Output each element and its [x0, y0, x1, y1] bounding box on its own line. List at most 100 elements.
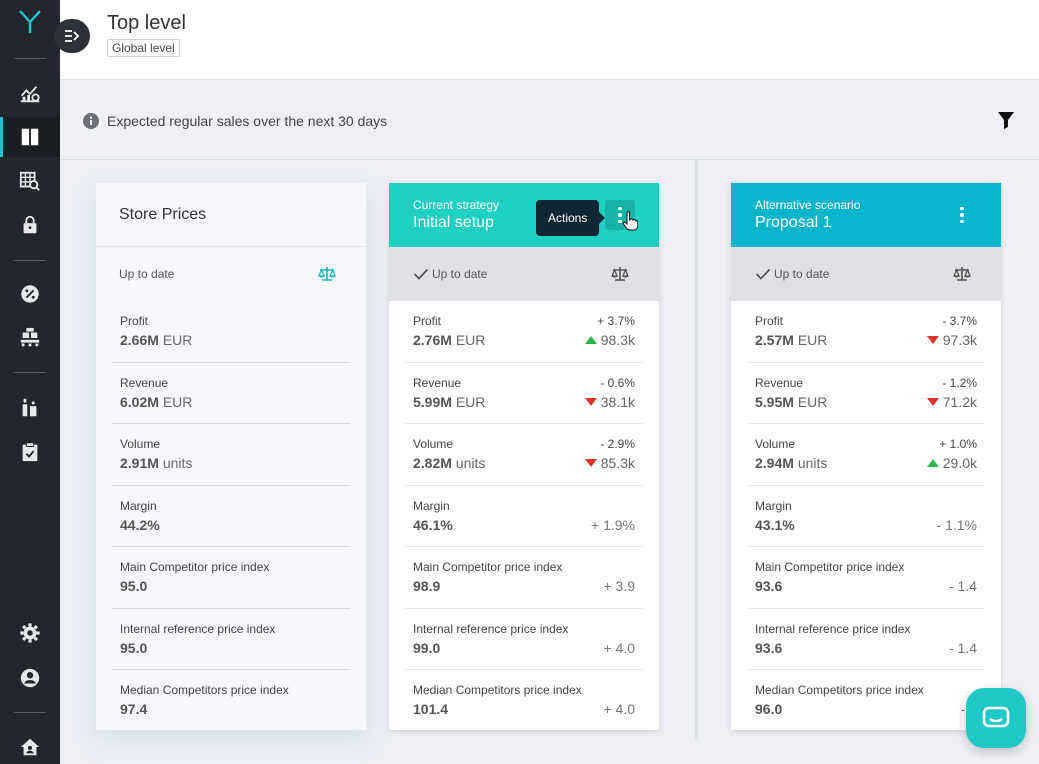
metric-percent-change: - 2.9%	[600, 437, 635, 451]
sidebar-divider	[14, 260, 46, 261]
balance-scale-icon[interactable]	[953, 266, 971, 282]
sidebar-item-settings[interactable]	[0, 613, 60, 653]
metric-profit: Profit 2.66M EUR	[112, 301, 350, 363]
metric-label: Median Competitors price index	[120, 683, 289, 697]
alternative-scenario-card: Alternative scenario Proposal 1 Up to da…	[731, 183, 1001, 730]
balance-scale-icon[interactable]	[318, 266, 336, 282]
metric-label: Profit	[120, 314, 149, 328]
metric-change: - 1.4	[948, 578, 977, 594]
metric-revenue: Revenue 5.99M EUR - 0.6% 38.1k	[405, 363, 643, 424]
metric-label: Margin	[755, 498, 792, 513]
metric-label: Main Competitor price index	[120, 560, 270, 574]
card-title: Initial setup	[413, 214, 494, 231]
card-header: Current strategy Initial setup Actions	[389, 183, 659, 247]
pallet-icon	[20, 327, 40, 347]
current-strategy-card: Current strategy Initial setup Actions U…	[389, 183, 659, 730]
metric-revenue: Revenue 6.02M EUR	[112, 363, 350, 424]
metric-profit: Profit 2.57M EUR - 3.7% 97.3k	[747, 301, 985, 363]
app-logo[interactable]	[0, 8, 60, 36]
metric-profit: Profit 2.76M EUR + 3.7% 98.3k	[405, 301, 643, 363]
card-subtitle: Current strategy	[413, 198, 500, 212]
sidebar-item-products[interactable]	[0, 388, 60, 428]
metric-label: Internal reference price index	[755, 621, 911, 636]
metric-value: 98.9	[413, 578, 441, 594]
chat-support-button[interactable]	[966, 688, 1026, 748]
chat-icon	[982, 706, 1010, 728]
metrics-list: Profit 2.66M EUR Revenue 6.02M EUR Volum…	[96, 301, 366, 730]
metric-margin: Margin 43.1% - 1.1%	[747, 486, 985, 547]
sidebar-item-scenarios[interactable]	[0, 117, 60, 157]
metric-percent-change: - 3.7%	[942, 314, 977, 328]
arrow-down-icon	[584, 459, 597, 467]
balance-scale-icon[interactable]	[611, 266, 629, 282]
metric-value: 2.94M units	[755, 455, 828, 471]
metric-delta: 71.2k	[926, 394, 977, 410]
metric-margin: Margin 44.2%	[112, 486, 350, 547]
status-row: Up to date	[389, 247, 659, 301]
metric-percent-change: + 1.0%	[939, 437, 977, 451]
filter-icon[interactable]	[996, 110, 1016, 130]
page-title: Top level	[107, 12, 186, 34]
metric-main-competitor-index: Main Competitor price index 98.9 + 3.9	[405, 547, 643, 609]
analytics-icon	[20, 86, 40, 103]
card-title: Proposal 1	[755, 214, 832, 231]
metric-value: 93.6	[755, 639, 783, 656]
lock-icon	[23, 215, 37, 234]
metric-internal-reference-index: Internal reference price index 99.0 + 4.…	[405, 609, 643, 670]
metric-label: Revenue	[413, 375, 462, 390]
metric-median-competitors-index: Median Competitors price index 97.4	[112, 670, 350, 730]
metric-label: Profit	[413, 314, 442, 328]
metric-value: 97.4	[120, 701, 148, 717]
status-text: Up to date	[774, 267, 830, 281]
metric-delta: 38.1k	[584, 394, 635, 410]
sidebar-item-promotions[interactable]	[0, 274, 60, 314]
metric-value: 2.91M units	[120, 455, 193, 471]
more-vertical-icon	[960, 206, 964, 224]
scenario-divider	[695, 160, 698, 740]
arrow-down-icon	[926, 336, 939, 344]
arrow-down-icon	[926, 397, 939, 406]
metric-value: 101.4	[413, 701, 449, 717]
metric-delta: 98.3k	[584, 332, 635, 348]
sidebar-item-table-search[interactable]	[0, 161, 60, 201]
metric-main-competitor-index: Main Competitor price index 93.6 - 1.4	[747, 547, 985, 609]
info-icon	[83, 113, 99, 129]
metric-value: 5.95M EUR	[755, 393, 828, 410]
logo-y-icon	[19, 10, 41, 33]
metric-value: 93.6	[755, 578, 783, 594]
card-header: Alternative scenario Proposal 1	[731, 183, 1001, 247]
metric-internal-reference-index: Internal reference price index 95.0	[112, 609, 350, 670]
metric-change: + 4.0	[603, 639, 635, 656]
metric-label: Volume	[413, 437, 454, 451]
metric-value: 2.82M units	[413, 455, 486, 471]
metric-median-competitors-index: Median Competitors price index 96.0 - 1	[747, 670, 985, 730]
arrow-up-icon	[584, 336, 597, 344]
sidebar-item-tasks[interactable]	[0, 432, 60, 472]
card-actions-button[interactable]	[947, 200, 977, 230]
metric-label: Margin	[120, 498, 157, 513]
metric-value: 95.0	[120, 639, 148, 656]
metric-volume: Volume 2.91M units	[112, 424, 350, 486]
columns-icon	[21, 128, 39, 146]
status-text: Up to date	[119, 267, 175, 281]
metric-label: Volume	[120, 437, 161, 451]
sidebar-item-stock[interactable]	[0, 318, 60, 358]
collapse-sidebar-button[interactable]	[54, 19, 90, 53]
metric-percent-change: - 0.6%	[600, 375, 635, 390]
sidebar-item-lock[interactable]	[0, 205, 60, 245]
menu-arrow-icon	[65, 30, 80, 42]
metric-value: 44.2%	[120, 516, 160, 533]
metric-change: + 1.9%	[591, 516, 635, 533]
metric-change: + 4.0	[603, 701, 635, 717]
sidebar-divider	[14, 372, 46, 373]
sidebar-item-home[interactable]	[0, 727, 60, 764]
metric-value: 5.99M EUR	[413, 393, 486, 410]
metric-delta: 85.3k	[584, 455, 635, 471]
sidebar-item-analytics[interactable]	[0, 74, 60, 114]
store-prices-card: Store Prices Up to date Profit 2.66M EUR…	[96, 183, 366, 730]
metric-change: + 3.9	[603, 578, 635, 594]
sidebar-item-profile[interactable]	[0, 658, 60, 698]
metric-delta: 97.3k	[926, 332, 977, 348]
badge-percent-icon	[21, 285, 39, 303]
home-icon	[20, 738, 40, 756]
